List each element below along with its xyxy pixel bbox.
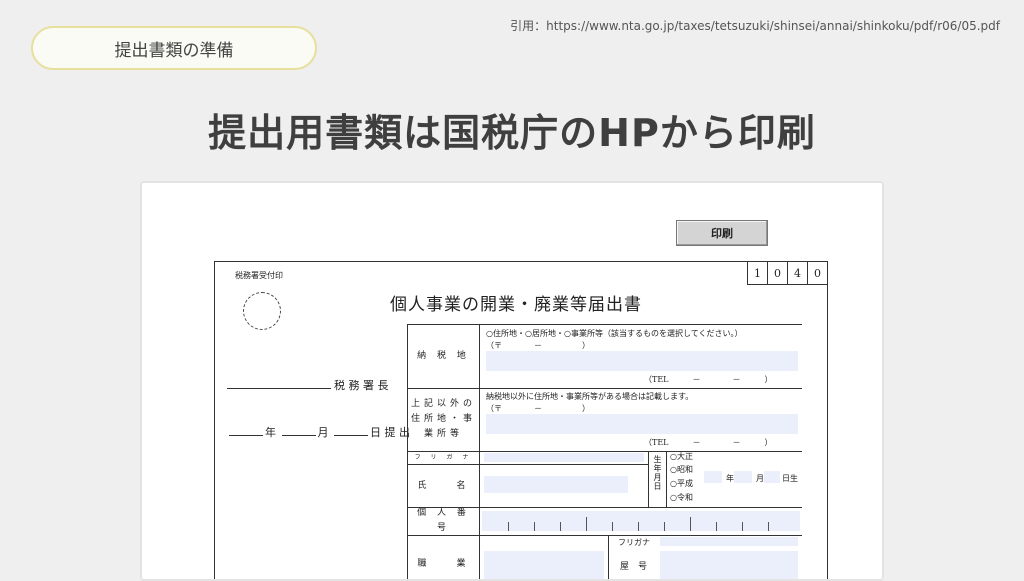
row-my-number: 個 人 番 号	[408, 507, 802, 536]
furigana-row: フ リ ガ ナ	[408, 451, 648, 465]
digit-tick	[638, 522, 639, 531]
name-input[interactable]	[484, 476, 628, 493]
tax-office-input[interactable]	[227, 388, 331, 389]
nozeichi-address-input[interactable]	[486, 351, 798, 371]
tax-office-suffix: 税 務 署 長	[334, 379, 389, 392]
nozeichi-label: 納 税 地	[408, 325, 480, 388]
other-address-label: 上記以外の住所地・事業所等	[408, 388, 480, 451]
digit-tick	[690, 517, 691, 531]
address-choice-text: ○住所地・○居所地・○事業所等（該当するものを選択してください。）	[486, 329, 743, 338]
date-year-input[interactable]	[229, 435, 263, 436]
furigana-label: フ リ ガ ナ	[408, 451, 480, 464]
section-pill: 提出書類の準備	[31, 26, 317, 70]
occupation-input[interactable]	[484, 551, 604, 579]
citation-text: 引用：https://www.nta.go.jp/taxes/tetsuzuki…	[510, 19, 1000, 33]
digit-tick	[534, 522, 535, 531]
other-address-input[interactable]	[486, 414, 798, 434]
print-button-label: 印刷	[711, 227, 733, 240]
row-name: フ リ ガ ナ 氏 名 生年月日 ○大正 ○昭和 ○平成 ○令和 年 月 日生	[408, 451, 802, 508]
birth-month-label: 月	[756, 474, 764, 483]
form-title: 個人事業の開業・廃業等届出書	[390, 295, 642, 315]
postal-text: （〒 － ）	[486, 341, 590, 350]
furigana2-label: フリガナ	[618, 538, 650, 547]
row-nozeichi: 納 税 地 ○住所地・○居所地・○事業所等（該当するものを選択してください。） …	[408, 325, 802, 389]
separator	[608, 535, 609, 579]
digit-tick	[612, 522, 613, 531]
form-grid: 納 税 地 ○住所地・○居所地・○事業所等（該当するものを選択してください。） …	[407, 324, 802, 579]
digit-tick	[560, 522, 561, 531]
stamp-circle	[243, 292, 281, 330]
application-form: 税務署受付印 1 0 4 0 個人事業の開業・廃業等届出書 税 務 署 長 年 …	[214, 261, 828, 579]
form-panel: 印刷 税務署受付印 1 0 4 0 個人事業の開業・廃業等届出書 税 務 署 長…	[140, 181, 884, 581]
birth-year-input[interactable]	[704, 471, 722, 483]
occupation-label: 職 業	[408, 535, 480, 579]
era-taisho[interactable]: ○大正	[670, 451, 693, 462]
tax-office-line: 税 務 署 長	[227, 377, 389, 393]
form-code-digit: 0	[807, 262, 827, 284]
date-day-input[interactable]	[334, 435, 368, 436]
trade-name-furigana-input[interactable]	[660, 537, 798, 546]
my-number-label: 個 人 番 号	[408, 507, 480, 535]
trade-name-input[interactable]	[660, 551, 798, 579]
other-address-note: 納税地以外に住所地・事業所等がある場合は記載します。	[486, 392, 694, 401]
digit-tick	[716, 522, 717, 531]
birth-label: 生年月日	[653, 455, 662, 491]
separator	[648, 451, 649, 507]
submit-date: 年 月 日 提 出	[227, 424, 410, 440]
date-month-input[interactable]	[281, 435, 316, 436]
row-occupation: 職 業 フリガナ 屋 号	[408, 535, 802, 579]
stamp-label: 税務署受付印	[235, 271, 283, 280]
form-code-digit: 1	[754, 266, 761, 280]
row-other-address: 上記以外の住所地・事業所等 納税地以外に住所地・事業所等がある場合は記載します。…	[408, 388, 802, 452]
tel-text: （TEL － － ）	[644, 375, 773, 384]
date-year-label: 年	[265, 426, 276, 439]
birth-month-input[interactable]	[734, 471, 752, 483]
form-code: 1 0 4 0	[747, 262, 827, 285]
era-showa[interactable]: ○昭和	[670, 464, 693, 475]
my-number-input[interactable]	[482, 511, 800, 531]
print-button[interactable]: 印刷	[676, 220, 768, 246]
date-month-label: 月	[317, 426, 329, 439]
tel-text-2: （TEL － － ）	[644, 438, 773, 447]
digit-tick	[586, 517, 587, 531]
era-heisei[interactable]: ○平成	[670, 478, 693, 489]
date-day-label: 日 提 出	[370, 426, 410, 439]
digit-tick	[508, 522, 509, 531]
separator	[666, 451, 667, 507]
form-code-digit: 4	[787, 262, 807, 284]
section-pill-label: 提出書類の準備	[114, 40, 234, 61]
era-reiwa[interactable]: ○令和	[670, 492, 693, 503]
digit-tick	[664, 522, 665, 531]
postal-text-2: （〒 － ）	[486, 404, 590, 413]
form-code-digit: 0	[767, 262, 787, 284]
digit-tick	[742, 522, 743, 531]
digit-tick	[768, 522, 769, 531]
furigana-input[interactable]	[484, 453, 644, 462]
birth-year-label: 年	[726, 474, 734, 483]
trade-name-label: 屋 号	[620, 562, 648, 572]
page-title: 提出用書類は国税庁のHPから印刷	[208, 111, 816, 155]
birth-day-input[interactable]	[764, 471, 780, 483]
name-label: 氏 名	[408, 465, 480, 507]
birth-day-label: 日生	[782, 474, 798, 483]
